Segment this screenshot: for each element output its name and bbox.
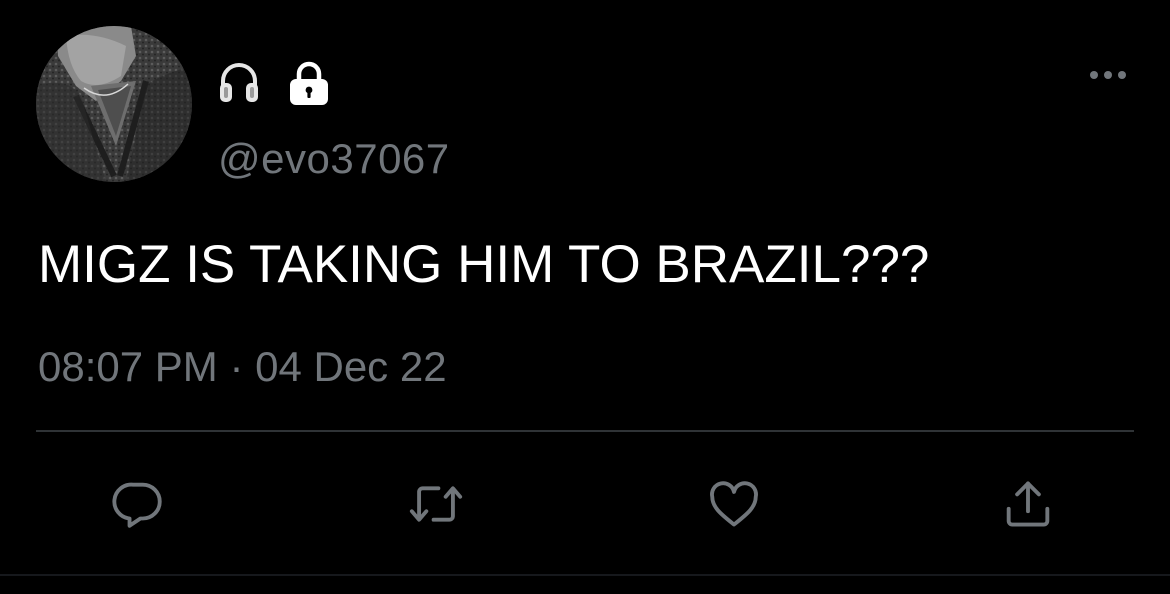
tweet-timestamp[interactable]: 08:07 PM · 04 Dec 22 <box>38 346 447 388</box>
retweet-icon <box>409 486 463 522</box>
share-button[interactable] <box>998 474 1058 534</box>
lock-icon <box>286 60 332 106</box>
avatar-photo <box>36 26 192 182</box>
retweet-button[interactable] <box>406 474 466 534</box>
tweet: @evo37067 MIGZ IS TAKING HIM TO BRAZIL??… <box>0 0 1170 594</box>
divider <box>36 430 1134 432</box>
reply-icon <box>112 482 162 528</box>
bottom-divider <box>0 574 1170 576</box>
tweet-text: MIGZ IS TAKING HIM TO BRAZIL??? <box>38 235 930 294</box>
more-options-button[interactable] <box>1084 60 1132 90</box>
reply-button[interactable] <box>108 474 168 534</box>
headphones-icon <box>218 61 260 105</box>
user-handle[interactable]: @evo37067 <box>218 138 450 180</box>
display-name-icons <box>218 60 332 106</box>
share-icon <box>1006 481 1050 527</box>
heart-icon <box>710 481 758 527</box>
like-button[interactable] <box>704 474 764 534</box>
avatar[interactable] <box>36 26 192 182</box>
more-icon <box>1090 71 1126 79</box>
